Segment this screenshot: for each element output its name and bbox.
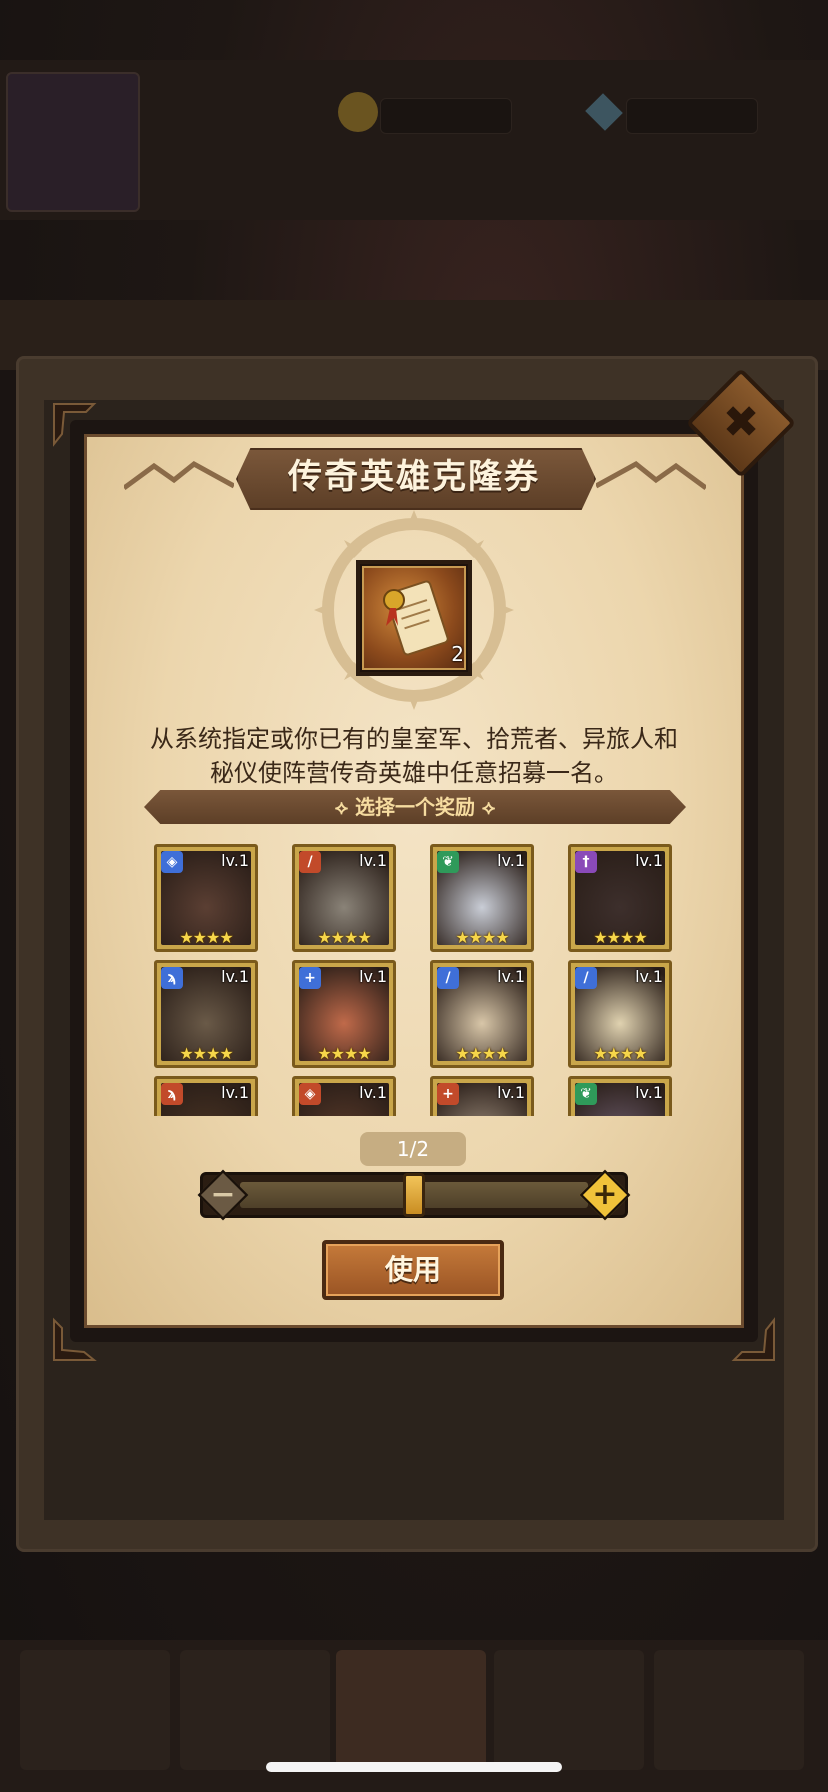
title-left-ornament-icon xyxy=(124,461,234,491)
page-indicator: 1/2 xyxy=(360,1132,466,1166)
dialog-title: 传奇英雄克隆券 xyxy=(288,457,540,497)
spark-left-icon: ⟡ xyxy=(334,795,355,819)
hero-stars: ★★★★ xyxy=(179,1044,233,1063)
hero-card[interactable]: ❦ lv.1 ★★★★ xyxy=(430,844,534,952)
hero-level: lv.1 xyxy=(635,851,663,870)
background-nav-tab xyxy=(180,1650,330,1770)
plus-icon[interactable]: + xyxy=(582,1172,628,1218)
minus-icon[interactable]: − xyxy=(200,1172,246,1218)
hero-level: lv.1 xyxy=(359,851,387,870)
use-button-label[interactable]: 使用 xyxy=(322,1240,504,1300)
hero-card[interactable]: ❦lv.1★★★★ xyxy=(568,1076,672,1116)
hero-stars: ★★★★ xyxy=(455,928,509,947)
hero-level: lv.1 xyxy=(221,1083,249,1102)
sword-icon: / xyxy=(299,851,321,873)
item-description: 从系统指定或你已有的皇室军、拾荒者、异旅人和 秘仪使阵营传奇英雄中任意招募一名。 xyxy=(100,722,728,790)
gold-coin-icon xyxy=(338,92,378,132)
hero-level: lv.1 xyxy=(497,851,525,870)
background-nav-tab xyxy=(494,1650,644,1770)
hero-level: lv.1 xyxy=(497,1083,525,1102)
hero-card[interactable]: / lv.1 ★★★★ xyxy=(292,844,396,952)
background-nav-tab xyxy=(20,1650,170,1770)
hero-card[interactable]: ◈lv.1★★★★ xyxy=(292,1076,396,1116)
background-nav-tab xyxy=(654,1650,804,1770)
description-line-1: 从系统指定或你已有的皇室军、拾荒者、异旅人和 xyxy=(150,725,678,753)
leaf-icon: ❦ xyxy=(437,851,459,873)
dagger-icon: † xyxy=(575,851,597,873)
slider-handle[interactable] xyxy=(403,1173,425,1217)
close-icon[interactable]: ✖ xyxy=(702,384,780,462)
hero-level: lv.1 xyxy=(221,851,249,870)
hero-card[interactable]: ϡlv.1★★★★ xyxy=(154,1076,258,1116)
hero-stars: ★★★★ xyxy=(317,1044,371,1063)
hero-level: lv.1 xyxy=(635,967,663,986)
shield-icon: ◈ xyxy=(299,1083,321,1105)
corner-ornament-icon xyxy=(731,1317,775,1361)
background-player-avatar xyxy=(6,72,140,212)
hero-card[interactable]: ◈ lv.1 ★★★★ xyxy=(154,844,258,952)
bow-icon: ϡ xyxy=(161,967,183,989)
hero-level: lv.1 xyxy=(497,967,525,986)
title-right-ornament-icon xyxy=(596,461,706,491)
description-line-2: 秘仪使阵营传奇英雄中任意招募一名。 xyxy=(210,759,618,787)
hero-level: lv.1 xyxy=(359,967,387,986)
heal-icon: + xyxy=(437,1083,459,1105)
sword-icon: / xyxy=(575,967,597,989)
hero-stars: ★★★★ xyxy=(179,928,233,947)
sword-icon: / xyxy=(437,967,459,989)
corner-ornament-icon xyxy=(53,1317,97,1361)
hero-stars: ★★★★ xyxy=(593,1044,647,1063)
hero-card[interactable]: ϡ lv.1 ★★★★ xyxy=(154,960,258,1068)
hero-stars: ★★★★ xyxy=(593,928,647,947)
heal-icon: + xyxy=(299,967,321,989)
hero-card[interactable]: + lv.1 ★★★★ xyxy=(292,960,396,1068)
hero-level: lv.1 xyxy=(221,967,249,986)
corner-ornament-icon xyxy=(53,403,97,447)
background-diamond-counter xyxy=(626,98,758,134)
spark-right-icon: ⟡ xyxy=(475,795,496,819)
bow-icon: ϡ xyxy=(161,1083,183,1105)
choose-reward-label: ⟡ 选择一个奖励 ⟡ xyxy=(144,790,686,824)
hero-card[interactable]: +lv.1★★★★ xyxy=(430,1076,534,1116)
choose-reward-text: 选择一个奖励 xyxy=(355,795,475,819)
background-gold-counter xyxy=(380,98,512,134)
hero-level: lv.1 xyxy=(359,1083,387,1102)
hero-card[interactable]: † lv.1 ★★★★ xyxy=(568,844,672,952)
background-nav-tab xyxy=(336,1650,486,1770)
hero-grid: ◈ lv.1 ★★★★ / lv.1 ★★★★ ❦ lv.1 ★★★★ † lv.1 ★★★★ ϡ lv.… xyxy=(140,840,680,1116)
leaf-icon: ❦ xyxy=(575,1083,597,1105)
hero-card[interactable]: / lv.1 ★★★★ xyxy=(430,960,534,1068)
shield-icon: ◈ xyxy=(161,851,183,873)
hero-stars: ★★★★ xyxy=(317,928,371,947)
hero-level: lv.1 xyxy=(635,1083,663,1102)
item-count: 2 xyxy=(451,642,464,666)
hero-card[interactable]: / lv.1 ★★★★ xyxy=(568,960,672,1068)
hero-stars: ★★★★ xyxy=(455,1044,509,1063)
home-indicator[interactable] xyxy=(266,1762,562,1772)
